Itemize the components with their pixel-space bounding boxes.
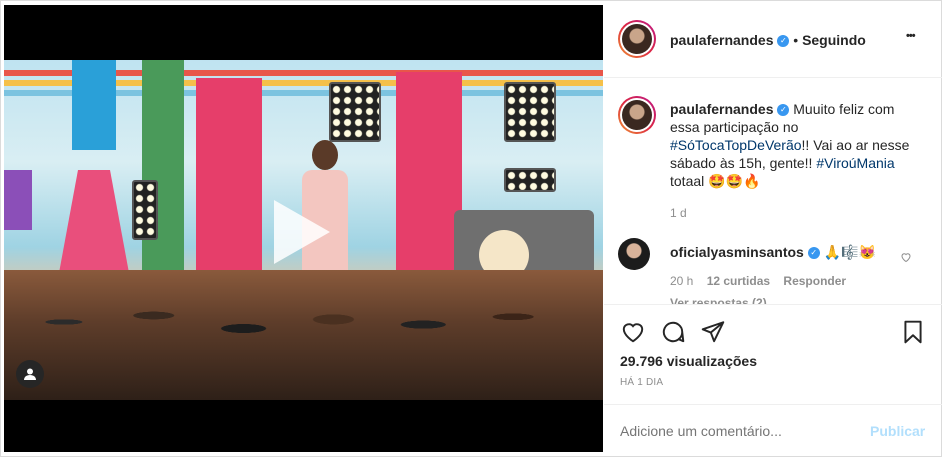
stage-panel xyxy=(72,60,116,150)
hashtag-link[interactable]: #ViroúMania xyxy=(816,155,894,171)
play-icon[interactable] xyxy=(274,200,330,264)
audience xyxy=(4,270,603,400)
action-bar: 29.796 visualizações HÁ 1 DIA xyxy=(604,304,942,404)
more-options-icon[interactable]: ••• xyxy=(906,30,916,42)
video-player[interactable] xyxy=(4,5,603,452)
comment-text: 🙏🎼😻 xyxy=(823,244,876,260)
comment-likes[interactable]: 12 curtidas xyxy=(707,274,770,288)
header-user-line: paulafernandes ✓ • Seguindo xyxy=(670,32,866,48)
following-button[interactable]: Seguindo xyxy=(802,32,866,48)
publish-button[interactable]: Publicar xyxy=(870,423,925,439)
caption-age: 1 d xyxy=(670,206,687,220)
stage-panel xyxy=(196,78,262,288)
stage-light xyxy=(504,168,556,192)
comment-input[interactable] xyxy=(620,419,860,443)
stage-panel xyxy=(142,60,184,290)
author-avatar[interactable] xyxy=(618,20,656,58)
verified-icon: ✓ xyxy=(807,247,820,260)
stage-light xyxy=(504,82,556,142)
comment-line: oficialyasminsantos ✓ 🙏🎼😻 xyxy=(670,244,876,261)
tagged-user-icon[interactable] xyxy=(16,360,44,388)
post-sidebar: paulafernandes ✓ • Seguindo ••• paulafer… xyxy=(604,0,942,457)
commenter-avatar[interactable] xyxy=(618,238,650,270)
comment-icon[interactable] xyxy=(660,319,686,345)
save-icon[interactable] xyxy=(900,319,926,345)
stage-panel xyxy=(396,72,462,292)
view-replies-label: Ver respostas (2) xyxy=(670,296,767,304)
post-timestamp: HÁ 1 DIA xyxy=(620,377,664,388)
verified-icon: ✓ xyxy=(777,104,790,117)
author-username[interactable]: paulafernandes xyxy=(670,32,773,48)
share-icon[interactable] xyxy=(700,319,726,345)
caption-username[interactable]: paulafernandes xyxy=(670,101,773,117)
view-count[interactable]: 29.796 visualizações xyxy=(620,353,757,369)
like-comment-icon[interactable] xyxy=(900,250,914,264)
caption-avatar[interactable] xyxy=(618,96,656,134)
view-replies-button[interactable]: Ver respostas (2) xyxy=(670,296,767,304)
post-header: paulafernandes ✓ • Seguindo ••• xyxy=(604,0,942,78)
separator: • xyxy=(793,32,799,48)
stage-light xyxy=(132,180,158,240)
comment-meta: 20 h 12 curtidas Responder xyxy=(670,274,846,288)
stage-letter xyxy=(4,170,32,230)
add-comment-bar: Publicar xyxy=(604,404,942,457)
stage-light xyxy=(329,82,381,142)
caption-text: paulafernandes ✓ Muuito feliz com essa p… xyxy=(670,100,920,190)
caption-body-3: totaal 🤩🤩🔥 xyxy=(670,173,761,189)
commenter-username[interactable]: oficialyasminsantos xyxy=(670,244,804,260)
hashtag-link[interactable]: #SóTocaTopDeVerão xyxy=(670,137,802,153)
verified-icon: ✓ xyxy=(777,35,790,48)
like-icon[interactable] xyxy=(620,319,646,345)
comment-age: 20 h xyxy=(670,274,694,288)
reply-button[interactable]: Responder xyxy=(783,274,846,288)
